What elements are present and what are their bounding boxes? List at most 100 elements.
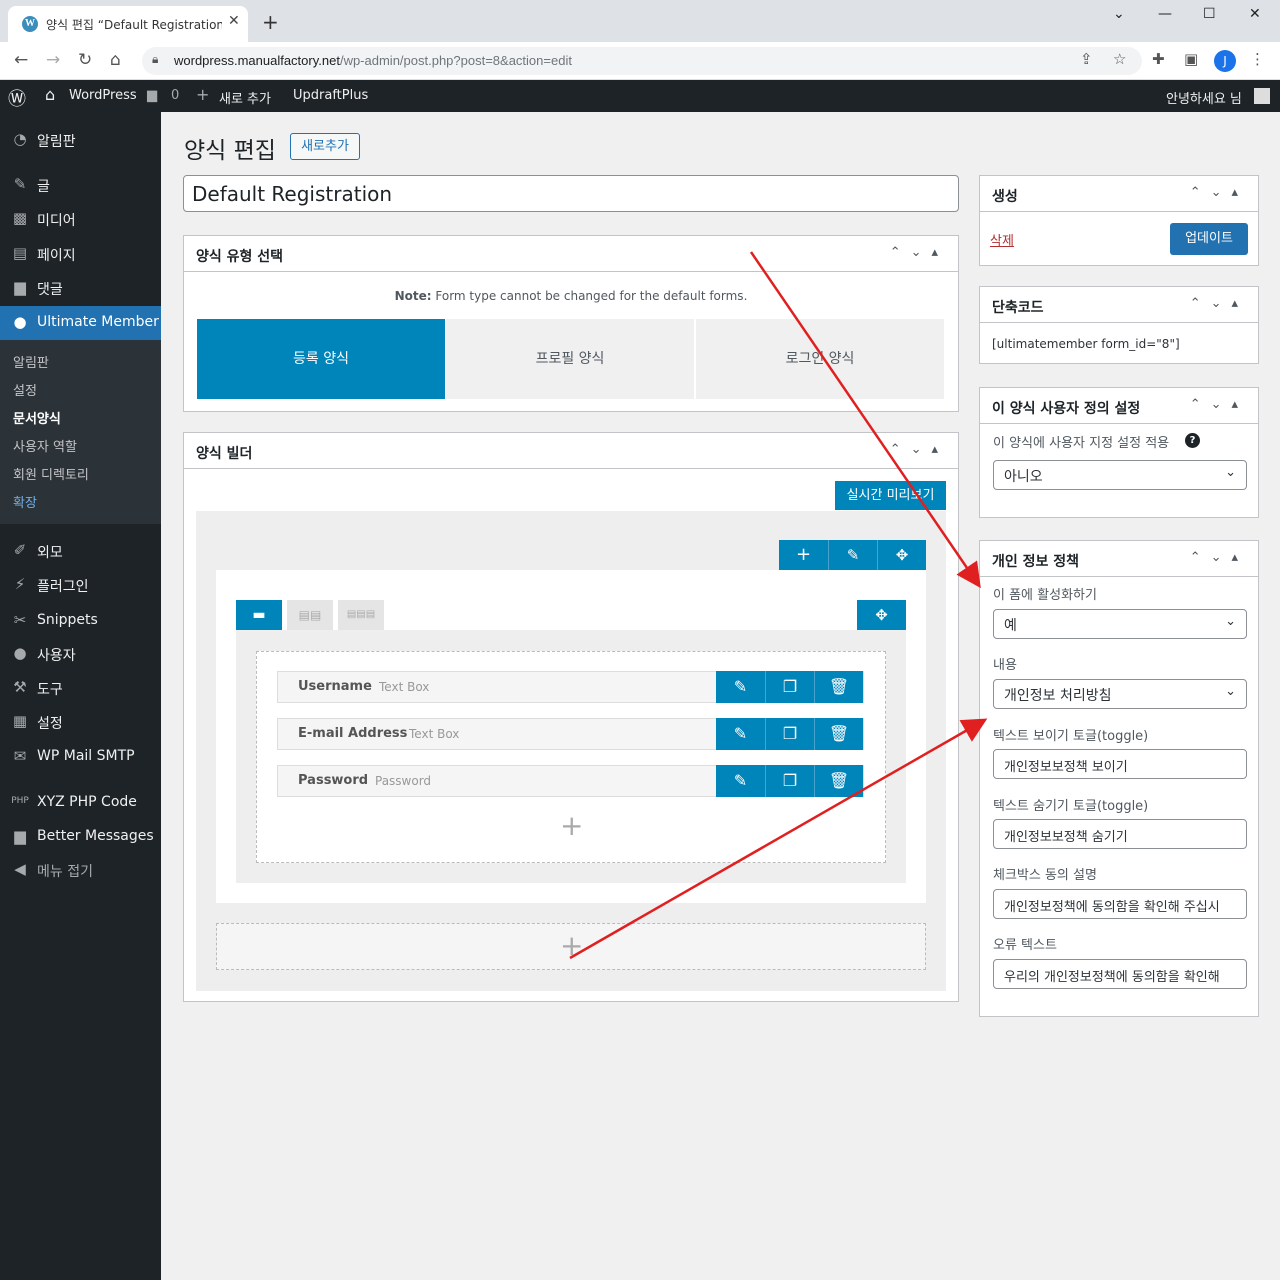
- sidepanel-icon[interactable]: ▣: [1184, 50, 1198, 68]
- menu-users[interactable]: ● 사용자: [0, 637, 161, 671]
- custom-settings-select[interactable]: 아니오 ⌄: [993, 460, 1247, 490]
- updraftplus-link[interactable]: UpdraftPlus: [293, 88, 368, 103]
- checkbox-description-input[interactable]: 개인정보정책에 동의함을 확인해 주십시: [993, 889, 1247, 919]
- menu-ultimate-member[interactable]: ● Ultimate Member: [0, 306, 161, 340]
- trash-icon[interactable]: 🗑︎: [814, 671, 863, 703]
- tab-register-form[interactable]: 등록 양식: [197, 319, 445, 399]
- tab-title: 양식 편집 “Default Registration”: [46, 18, 222, 32]
- edit-row-icon[interactable]: ✎: [828, 540, 877, 570]
- user-icon: ●: [13, 313, 27, 331]
- move-row-icon[interactable]: ✥: [877, 540, 926, 570]
- close-tab-icon[interactable]: ✕: [228, 13, 240, 29]
- minimize-icon[interactable]: —: [1158, 6, 1172, 22]
- box-controls-icon[interactable]: ⌃⌄▴: [1190, 397, 1248, 412]
- trash-icon[interactable]: 🗑︎: [814, 718, 863, 750]
- edit-pencil-icon[interactable]: ✎: [716, 718, 765, 750]
- menu-wp-mail-smtp[interactable]: ✉ WP Mail SMTP: [0, 740, 161, 774]
- menu-plugins[interactable]: ⚡ 플러그인: [0, 568, 161, 602]
- live-preview-button[interactable]: 실시간 미리보기: [835, 481, 946, 510]
- browser-menu-icon[interactable]: ⋮: [1250, 50, 1265, 68]
- shortcode-heading: 단축코드: [992, 300, 1044, 316]
- menu-media[interactable]: ▩ 미디어: [0, 202, 161, 236]
- profile-avatar[interactable]: J: [1214, 50, 1236, 72]
- menu-collapse[interactable]: ◀ 메뉴 접기: [0, 853, 161, 887]
- move-subrow-icon[interactable]: ✥: [857, 600, 906, 630]
- wp-logo-icon[interactable]: Ⓦ: [8, 85, 26, 111]
- error-text-label: 오류 텍스트: [993, 938, 1057, 953]
- activate-select[interactable]: 예 ⌄: [993, 609, 1247, 639]
- trash-icon[interactable]: 🗑︎: [814, 765, 863, 797]
- menu-xyz-php[interactable]: PHP XYZ PHP Code: [0, 786, 161, 820]
- add-new-button[interactable]: 새로추가: [290, 133, 360, 160]
- window-close-icon[interactable]: ✕: [1249, 6, 1261, 22]
- hide-toggle-label: 텍스트 숨기기 토글(toggle): [993, 799, 1149, 814]
- update-button[interactable]: 업데이트: [1170, 223, 1248, 255]
- tab-login-form[interactable]: 로그인 양식: [696, 319, 944, 399]
- error-text-input[interactable]: 우리의 개인정보정책에 동의함을 확인해: [993, 959, 1247, 989]
- hide-toggle-input[interactable]: 개인정보보정책 숨기기: [993, 819, 1247, 849]
- menu-better-messages[interactable]: ▆ Better Messages: [0, 820, 161, 854]
- menu-appearance[interactable]: ✐ 외모: [0, 534, 161, 568]
- menu-settings[interactable]: ▦ 설정: [0, 705, 161, 739]
- menu-dashboard[interactable]: ◔ 알림판: [0, 123, 161, 157]
- reload-icon[interactable]: ↻: [78, 50, 92, 70]
- bookmark-star-icon[interactable]: ☆: [1113, 50, 1126, 68]
- box-controls-icon[interactable]: ⌃⌄▴: [890, 245, 948, 260]
- field-username[interactable]: Username Text Box ✎ ❐ 🗑︎: [277, 671, 864, 703]
- user-avatar[interactable]: [1254, 88, 1270, 104]
- field-actions: ✎ ❐ 🗑︎: [716, 718, 863, 750]
- duplicate-icon[interactable]: ❐: [765, 765, 814, 797]
- menu-comments[interactable]: ▆ 댓글: [0, 271, 161, 305]
- menu-snippets[interactable]: ✂ Snippets: [0, 604, 161, 638]
- field-password[interactable]: Password Password ✎ ❐ 🗑︎: [277, 765, 864, 797]
- layout-three-column-icon[interactable]: ▤▤▤: [338, 600, 384, 630]
- layout-one-column-icon[interactable]: ▬: [236, 600, 282, 630]
- tab-search-icon[interactable]: ⌄: [1113, 6, 1125, 22]
- add-field-icon[interactable]: +: [560, 809, 583, 842]
- field-email[interactable]: E-mail Address Text Box ✎ ❐ 🗑︎: [277, 718, 864, 750]
- submenu-extensions[interactable]: 확장: [13, 492, 37, 511]
- menu-posts[interactable]: ✎ 글: [0, 168, 161, 202]
- menu-pages[interactable]: ▤ 페이지: [0, 237, 161, 271]
- edit-pencil-icon[interactable]: ✎: [716, 671, 765, 703]
- tab-profile-form[interactable]: 프로필 양식: [446, 319, 694, 399]
- duplicate-icon[interactable]: ❐: [765, 718, 814, 750]
- submenu-roles[interactable]: 사용자 역할: [13, 436, 77, 455]
- forward-icon[interactable]: →: [46, 50, 60, 70]
- shortcode-text[interactable]: [ultimatemember form_id="8"]: [992, 337, 1180, 351]
- address-bar[interactable]: 🔒︎ wordpress.manualfactory.net/wp-admin/…: [142, 47, 1142, 75]
- box-controls-icon[interactable]: ⌃⌄▴: [1190, 185, 1248, 200]
- back-icon[interactable]: ←: [14, 50, 28, 70]
- browser-tab[interactable]: W 양식 편집 “Default Registration” ✕: [8, 6, 248, 42]
- layout-two-column-icon[interactable]: ▤▤: [287, 600, 333, 630]
- share-icon[interactable]: ⇪: [1080, 50, 1093, 68]
- comment-bubble-icon[interactable]: ▆: [147, 88, 157, 103]
- add-row-plus-icon[interactable]: +: [560, 929, 583, 962]
- home-icon[interactable]: ⌂: [110, 50, 121, 70]
- duplicate-icon[interactable]: ❐: [765, 671, 814, 703]
- new-content-link[interactable]: 새로 추가: [219, 88, 271, 107]
- edit-pencil-icon[interactable]: ✎: [716, 765, 765, 797]
- add-row-icon[interactable]: +: [779, 540, 828, 570]
- help-icon[interactable]: ?: [1185, 433, 1200, 448]
- menu-tools[interactable]: ⚒ 도구: [0, 671, 161, 705]
- home-site-icon[interactable]: ⌂: [45, 85, 55, 104]
- form-title-input[interactable]: Default Registration: [183, 175, 959, 212]
- show-toggle-input[interactable]: 개인정보보정책 보이기: [993, 749, 1247, 779]
- scissors-icon: ✂: [13, 611, 27, 629]
- submenu-forms[interactable]: 문서양식: [13, 408, 61, 427]
- box-controls-icon[interactable]: ⌃⌄▴: [1190, 296, 1248, 311]
- maximize-icon[interactable]: ☐: [1203, 6, 1216, 22]
- content-select[interactable]: 개인정보 처리방침 ⌄: [993, 679, 1247, 709]
- greeting[interactable]: 안녕하세요 님: [1166, 88, 1242, 107]
- new-tab-icon[interactable]: +: [262, 12, 279, 32]
- extensions-icon[interactable]: ✚: [1152, 50, 1165, 68]
- lock-icon: 🔒︎: [152, 52, 159, 66]
- submenu-settings[interactable]: 설정: [13, 380, 37, 399]
- submenu-directories[interactable]: 회원 디렉토리: [13, 464, 89, 483]
- box-controls-icon[interactable]: ⌃⌄▴: [890, 442, 948, 457]
- submenu-dashboard[interactable]: 알림판: [13, 352, 49, 371]
- site-name-link[interactable]: WordPress: [69, 88, 137, 103]
- box-controls-icon[interactable]: ⌃⌄▴: [1190, 550, 1248, 565]
- delete-link[interactable]: 삭제: [990, 230, 1014, 249]
